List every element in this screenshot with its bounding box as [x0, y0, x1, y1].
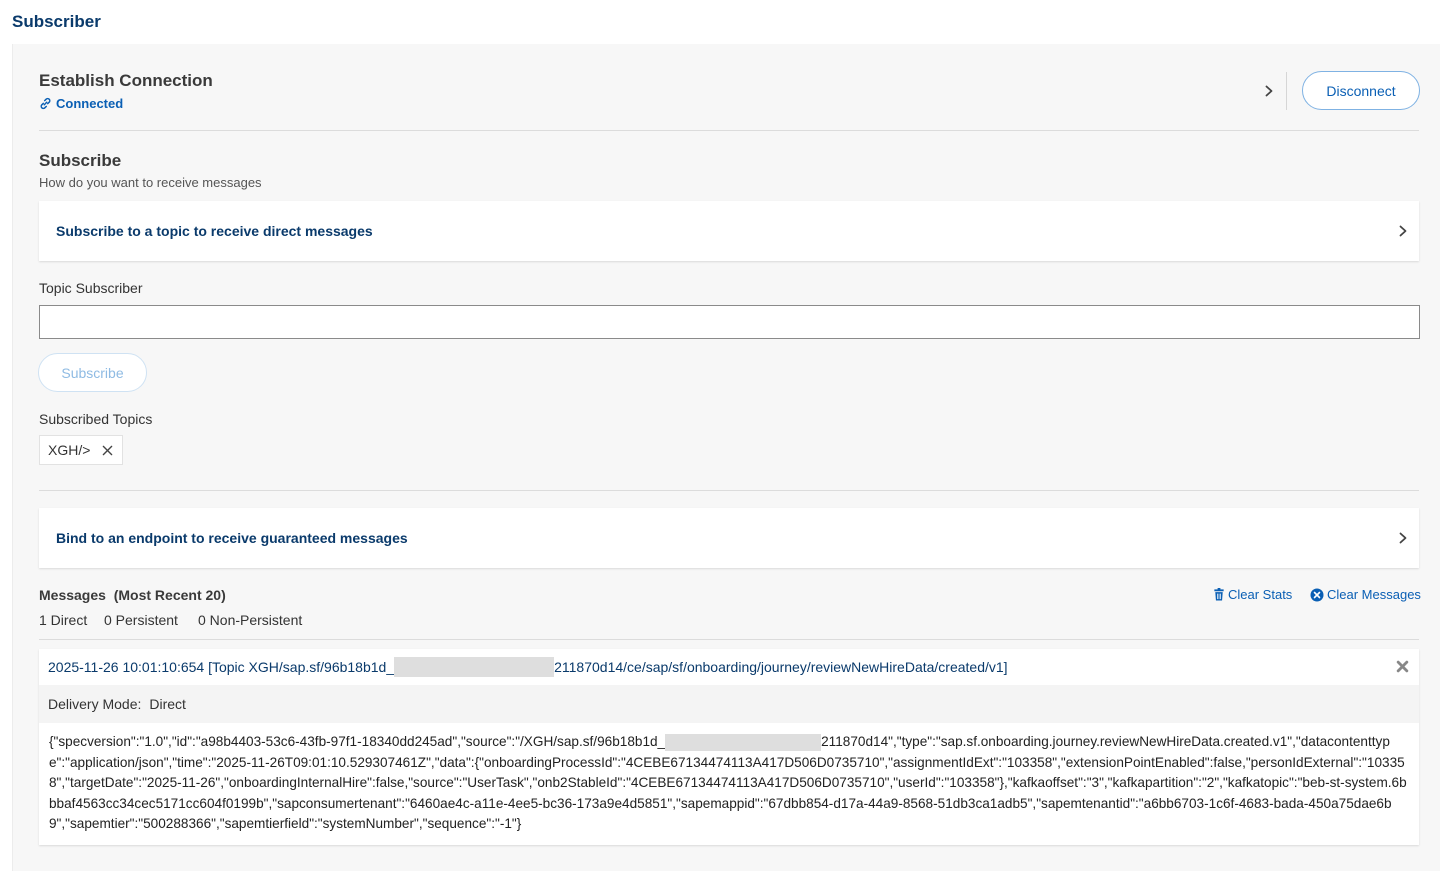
section-divider: [39, 490, 1419, 491]
stat-persistent: 0 Persistent: [104, 612, 178, 628]
close-icon[interactable]: [1396, 660, 1409, 673]
chevron-right-icon: [1399, 225, 1407, 237]
message-meta: Delivery Mode: Direct: [39, 685, 1419, 723]
message-payload-prefix: {"specversion":"1.0","id":"a98b4403-53c6…: [49, 734, 666, 749]
close-icon[interactable]: [102, 445, 113, 456]
message-payload: {"specversion":"1.0","id":"a98b4403-53c6…: [39, 723, 1419, 835]
connection-title: Establish Connection: [39, 71, 213, 90]
message-item: 2025-11-26 10:01:10:654 [Topic XGH/sap.s…: [39, 649, 1419, 845]
topic-chip: XGH/>: [39, 435, 123, 465]
subscribed-topics-label: Subscribed Topics: [39, 411, 153, 427]
subscriber-panel: Establish Connection Connected Disconnec…: [12, 44, 1440, 871]
trash-icon: [1214, 588, 1224, 601]
connection-status-label: Connected: [56, 96, 124, 111]
messages-title: Messages: [39, 587, 106, 603]
stat-non-persistent: 0 Non-Persistent: [198, 612, 303, 628]
redacted-block: [394, 657, 555, 677]
clear-stats-button[interactable]: Clear Stats: [1213, 587, 1292, 602]
disconnect-button[interactable]: Disconnect: [1302, 71, 1420, 110]
messages-subtitle: (Most Recent 20): [113, 587, 226, 603]
messages-heading: Messages (Most Recent 20): [39, 587, 226, 603]
subscribe-subtitle: How do you want to receive messages: [39, 175, 262, 190]
message-header-prefix: 2025-11-26 10:01:10:654 [Topic XGH/sap.s…: [48, 659, 395, 675]
subscribe-button[interactable]: Subscribe: [38, 353, 147, 392]
message-header-suffix: 211870d14/ce/sap/sf/onboarding/journey/r…: [554, 659, 1008, 675]
chevron-right-icon[interactable]: [1263, 85, 1275, 97]
clear-messages-button[interactable]: Clear Messages: [1310, 587, 1421, 602]
topic-subscriber-label: Topic Subscriber: [39, 280, 143, 296]
connection-status: Connected: [39, 96, 123, 111]
section-divider: [39, 639, 1419, 640]
bind-endpoint-card-label: Bind to an endpoint to receive guarantee…: [56, 530, 408, 546]
topic-chip-label: XGH/>: [48, 442, 91, 458]
subscribe-title: Subscribe: [39, 151, 122, 170]
page-title: Subscriber: [12, 12, 101, 31]
delivery-mode-label: Delivery Mode:: [48, 696, 142, 712]
times-circle-icon: [1310, 588, 1324, 601]
clear-stats-label: Clear Stats: [1228, 587, 1293, 602]
message-header: 2025-11-26 10:01:10:654 [Topic XGH/sap.s…: [39, 649, 1419, 685]
delivery-mode-value: Direct: [149, 696, 186, 712]
subscribe-topic-card[interactable]: Subscribe to a topic to receive direct m…: [39, 201, 1419, 261]
redacted-block: [665, 733, 822, 751]
subscribe-topic-card-label: Subscribe to a topic to receive direct m…: [56, 223, 373, 239]
chevron-right-icon: [1399, 532, 1407, 544]
link-icon: [40, 97, 51, 110]
clear-messages-label: Clear Messages: [1327, 587, 1421, 602]
header-divider: [1286, 72, 1287, 110]
section-divider: [39, 130, 1419, 131]
stat-direct: 1 Direct: [39, 612, 88, 628]
bind-endpoint-card[interactable]: Bind to an endpoint to receive guarantee…: [39, 508, 1419, 568]
topic-subscriber-input[interactable]: [39, 305, 1420, 339]
